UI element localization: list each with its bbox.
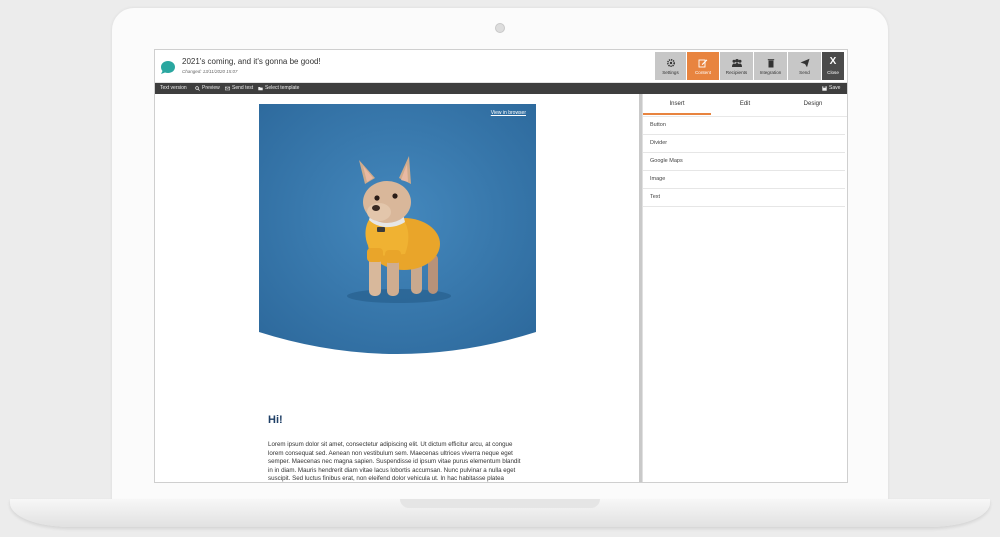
view-in-browser-link[interactable]: View in browser (491, 110, 526, 116)
floppy-disk-icon (822, 85, 827, 91)
close-label: Close (827, 70, 839, 75)
hero-image[interactable]: View in browser (259, 104, 536, 354)
select-template-label: Select template (265, 85, 300, 91)
blocks-panel: Insert Edit Design Button Divider Google… (642, 94, 847, 482)
recipients-label: Recipients (725, 69, 748, 75)
email-preview: View in browser (259, 104, 536, 354)
tab-edit[interactable]: Edit (711, 101, 779, 107)
tab-design[interactable]: Design (779, 101, 847, 107)
webcam (495, 23, 505, 33)
insert-block-list: Button Divider Google Maps Image Text (643, 117, 845, 207)
integration-label: Integration (759, 69, 782, 75)
recipients-button[interactable]: Recipients (720, 52, 753, 80)
save-button[interactable]: Save (822, 85, 840, 91)
block-item-google-maps[interactable]: Google Maps (643, 153, 845, 171)
editor-header: 2021's coming, and it's gonna be good! C… (155, 50, 847, 83)
send-test-button[interactable]: Send test (225, 85, 253, 91)
email-body-text[interactable]: Lorem ipsum dolor sit amet, consectetur … (268, 441, 523, 482)
close-icon: X (829, 56, 837, 67)
panel-tabs: Insert Edit Design (643, 94, 847, 117)
content-label: Content (694, 69, 712, 75)
active-tab-indicator (643, 113, 711, 115)
editor-toolbar: Text version Preview Send test Select te… (155, 83, 847, 94)
send-button[interactable]: Send (788, 52, 821, 80)
send-label: Send (799, 69, 810, 75)
text-version-label: Text version (160, 85, 187, 91)
block-item-button[interactable]: Button (643, 117, 845, 135)
email-greeting[interactable]: Hi! (268, 414, 283, 426)
tab-insert[interactable]: Insert (643, 101, 711, 107)
envelope-icon (225, 86, 230, 90)
laptop-notch (400, 499, 600, 508)
save-label: Save (829, 85, 841, 91)
text-version-button[interactable]: Text version (160, 85, 187, 91)
folder-icon (258, 86, 263, 90)
send-test-label: Send test (232, 85, 254, 91)
edit-icon (698, 59, 708, 67)
magnifier-icon (195, 85, 200, 91)
block-item-text[interactable]: Text (643, 189, 845, 207)
editor-window: 2021's coming, and it's gonna be good! C… (154, 49, 848, 483)
campaign-title: 2021's coming, and it's gonna be good! (182, 57, 321, 66)
block-item-image[interactable]: Image (643, 171, 845, 189)
preview-button[interactable]: Preview (195, 85, 220, 91)
settings-button[interactable]: Settings (655, 52, 686, 80)
users-icon (731, 58, 742, 67)
block-item-divider[interactable]: Divider (643, 135, 845, 153)
integration-button[interactable]: Integration (754, 52, 787, 80)
dog-photo-image (259, 104, 536, 354)
close-button[interactable]: X Close (822, 52, 844, 80)
settings-label: Settings (662, 69, 679, 75)
gear-icon (666, 58, 675, 67)
chat-bubble-logo-icon (161, 61, 175, 74)
changed-timestamp: Changed: 13/11/2020 15:07 (182, 69, 238, 74)
trash-icon (767, 58, 774, 67)
content-button[interactable]: Content (687, 52, 719, 80)
send-icon (800, 58, 809, 67)
select-template-button[interactable]: Select template (258, 85, 299, 91)
preview-label: Preview (202, 85, 220, 91)
email-canvas: View in browser Hi! Lorem ipsum dolor si… (155, 94, 639, 482)
